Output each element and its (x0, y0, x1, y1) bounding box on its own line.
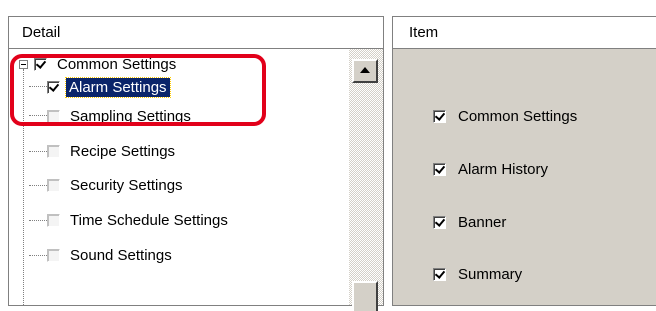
scroll-up-button[interactable] (352, 59, 378, 83)
sound-settings-checkbox[interactable] (47, 248, 60, 262)
item-header: Item (393, 17, 656, 49)
tree-item-label: Time Schedule Settings (70, 211, 228, 229)
item-summary-checkbox[interactable] (433, 268, 446, 281)
tree-connector-line (29, 151, 47, 153)
tree-item-sound-settings[interactable]: Sound Settings (47, 243, 172, 267)
item-alarm-history-checkbox[interactable] (433, 163, 446, 176)
tree-item-label: Recipe Settings (70, 142, 176, 160)
tree-connector-line (29, 255, 47, 257)
security-settings-checkbox[interactable] (47, 178, 60, 192)
tree-connector-line (29, 185, 47, 187)
tree-item-label: Security Settings (70, 176, 183, 194)
tree-item-recipe-settings[interactable]: Recipe Settings (47, 139, 175, 163)
arrow-up-icon (360, 67, 370, 73)
item-label: Alarm History (458, 161, 549, 178)
tree-item-label: Sound Settings (70, 246, 172, 264)
scroll-thumb[interactable] (352, 281, 378, 311)
item-banner-checkbox[interactable] (433, 216, 446, 229)
tree-item-security-settings[interactable]: Security Settings (47, 173, 183, 197)
item-panel: Item Common Settings Alarm History Banne… (392, 16, 656, 306)
detail-header: Detail (9, 17, 383, 49)
item-common-settings[interactable]: Common Settings (433, 108, 577, 125)
item-common-settings-checkbox[interactable] (433, 110, 446, 123)
time-schedule-settings-checkbox[interactable] (47, 213, 60, 227)
item-summary[interactable]: Summary (433, 266, 522, 283)
detail-header-label: Detail (22, 24, 61, 41)
item-label: Banner (458, 214, 507, 231)
tree-scrollbar[interactable] (349, 49, 383, 311)
item-label: Summary (458, 266, 523, 283)
item-label: Common Settings (458, 108, 578, 125)
recipe-settings-checkbox[interactable] (47, 144, 60, 158)
item-header-label: Item (409, 24, 439, 41)
item-alarm-history[interactable]: Alarm History (433, 161, 548, 178)
tree-item-time-schedule-settings[interactable]: Time Schedule Settings (47, 208, 228, 232)
tree-connector-line (29, 220, 47, 222)
item-banner[interactable]: Banner (433, 214, 506, 231)
highlight-annotation (10, 54, 266, 126)
